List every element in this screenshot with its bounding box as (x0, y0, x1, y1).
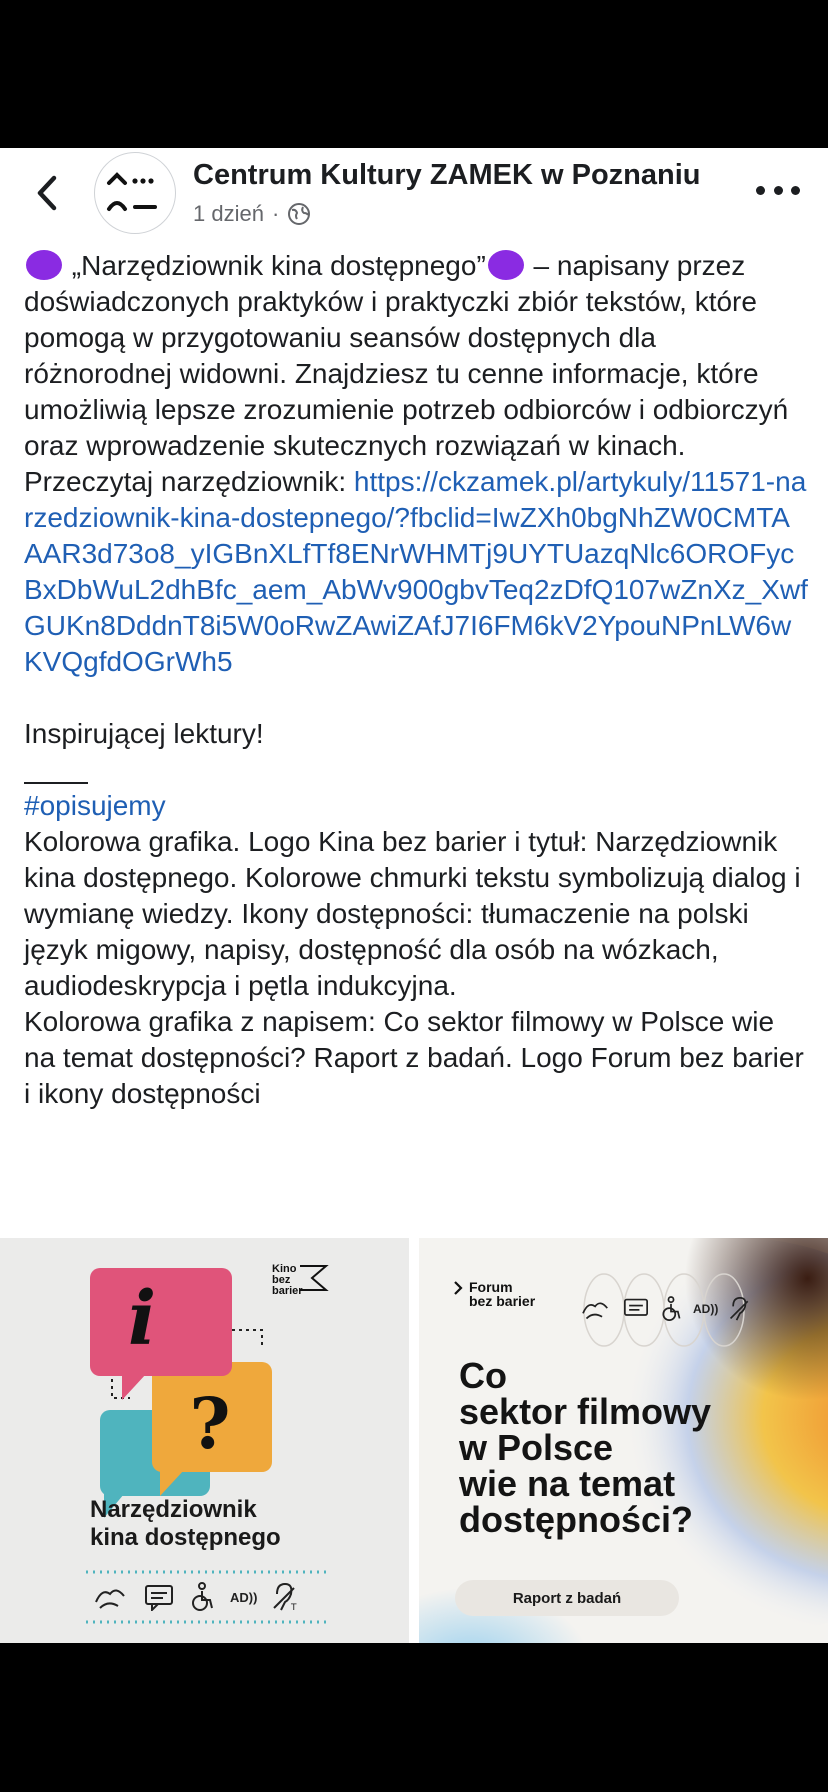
hashtag-link[interactable]: #opisujemy (24, 788, 808, 824)
globe-icon (288, 203, 311, 225)
image-raport[interactable]: Forum bez barier AD)) Co sektor filmowy … (419, 1238, 828, 1643)
logo-text: bez barier (469, 1293, 536, 1309)
logo-text: barier (272, 1285, 303, 1297)
subtitles-icon (145, 1585, 173, 1611)
report-label: Raport z badań (455, 1580, 679, 1616)
more-options-button[interactable] (756, 178, 800, 202)
dot (756, 185, 765, 195)
sign-language-icon (95, 1589, 125, 1609)
dot (791, 185, 800, 195)
title-line: Narzędziownik (90, 1496, 257, 1523)
closing-text: Inspirującej lektury! (24, 718, 264, 749)
graphic-title: Co sektor filmowy w Polsce wie na temat … (459, 1358, 819, 1538)
image-description-1: Kolorowa grafika. Logo Kina bez barier i… (24, 826, 801, 1001)
article-link[interactable]: https://ckzamek.pl/artykuly/11571-narzed… (24, 466, 808, 677)
zamek-logo-icon (107, 172, 157, 211)
logo-text: Forum (469, 1279, 513, 1295)
wheelchair-icon (192, 1582, 213, 1611)
page-name[interactable]: Centrum Kultury ZAMEK w Poznaniu (193, 159, 701, 192)
svg-text:i: i (128, 1276, 156, 1362)
induction-loop-icon (730, 1296, 749, 1321)
audio-description-icon: AD)) (693, 1302, 719, 1316)
image-description-2: Kolorowa grafika z napisem: Co sektor fi… (24, 1006, 804, 1109)
accessibility-icons: AD)) (579, 1296, 752, 1322)
title-line: dostępności? (459, 1499, 694, 1540)
title-line: kina dostępnego (90, 1524, 281, 1551)
post-time[interactable]: 1 dzień (193, 201, 264, 227)
title-line: sektor filmowy (459, 1391, 712, 1432)
intro-text: – napisany przez doświadczonych praktykó… (24, 250, 789, 497)
graphic-title: Narzędziownik kina dostępnego (90, 1496, 281, 1552)
title-line: w Polsce (459, 1427, 614, 1468)
image-gallery: ? i Kino bez barier Narzędziownik kina d… (0, 1238, 828, 1643)
induction-loop-icon: T (273, 1582, 297, 1612)
kino-bez-barier-logo: Kino bez barier (272, 1264, 303, 1297)
image-narzedziownik[interactable]: ? i Kino bez barier Narzędziownik kina d… (0, 1238, 409, 1643)
intro-quote: „Narzędziownik kina dostępnego” (71, 250, 486, 281)
dot (773, 185, 783, 195)
divider-line (24, 782, 88, 784)
meta-separator: · (271, 201, 280, 226)
forum-bez-barier-logo: Forum bez barier (469, 1280, 535, 1308)
audio-description-icon: AD)) (230, 1589, 258, 1605)
post-text: „Narzędziownik kina dostępnego” – napisa… (24, 248, 808, 1112)
post-screen: Centrum Kultury ZAMEK w Poznaniu 1 dzień… (0, 148, 828, 1643)
svg-text:T: T (290, 1603, 297, 1612)
post-meta: 1 dzień · (193, 201, 311, 227)
post-intro: „Narzędziownik kina dostępnego” – napisa… (24, 248, 808, 680)
wheelchair-icon (662, 1296, 681, 1321)
back-button[interactable] (28, 173, 68, 213)
accessibility-icons: AD)) T (92, 1582, 299, 1612)
title-line: Co (459, 1355, 507, 1396)
sign-language-icon (582, 1302, 608, 1320)
page-avatar[interactable] (94, 152, 176, 234)
purple-circle-emoji (26, 250, 62, 280)
purple-circle-emoji (487, 250, 524, 280)
chevron-left-icon (37, 175, 57, 211)
subtitles-icon (624, 1298, 648, 1316)
title-line: wie na temat (459, 1463, 676, 1504)
svg-text:?: ? (189, 1382, 230, 1465)
